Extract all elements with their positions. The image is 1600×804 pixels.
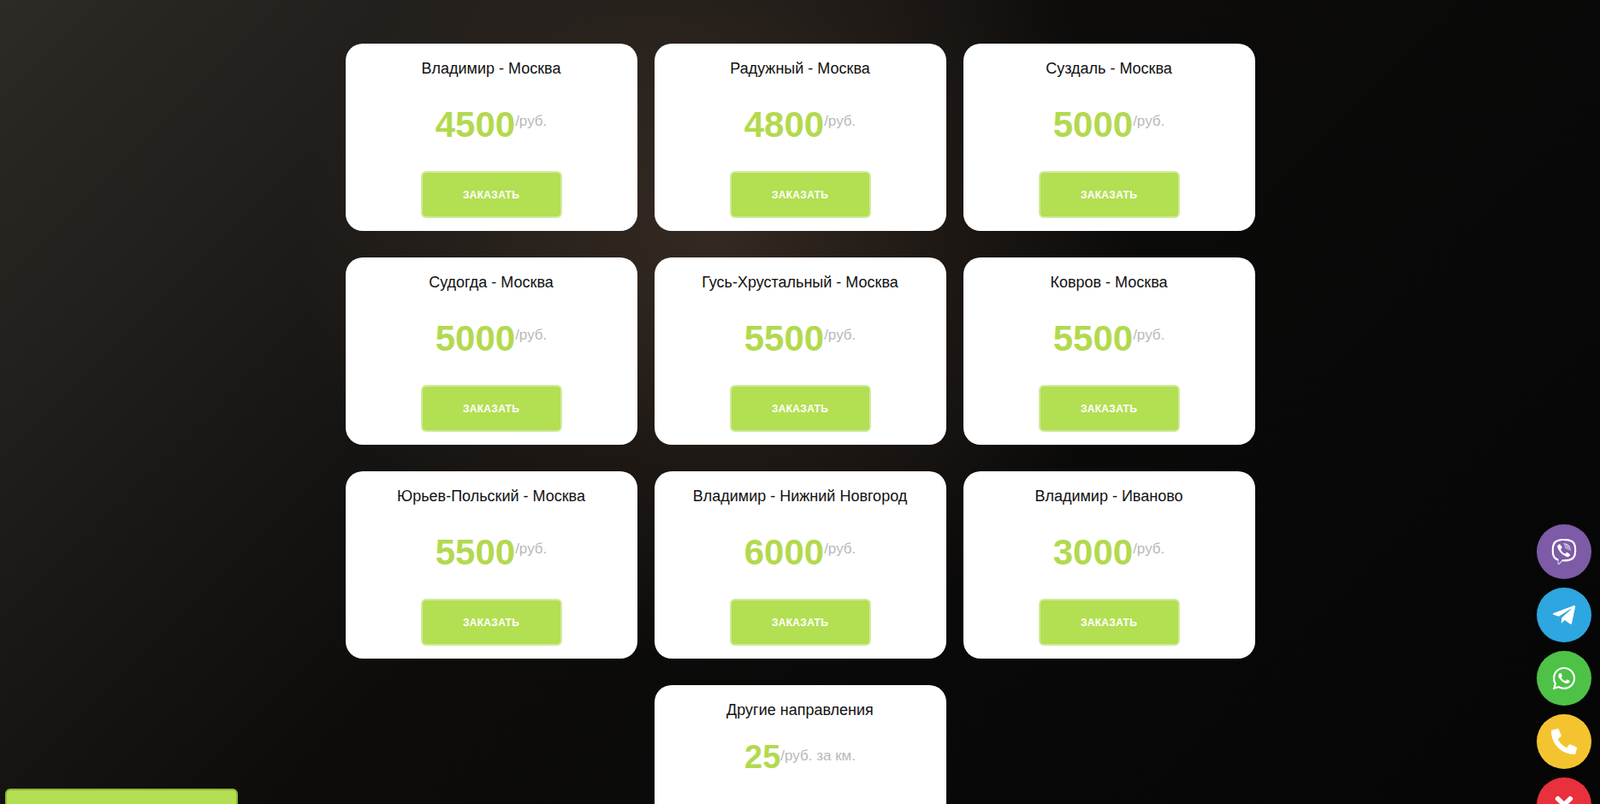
- price-value: 6000: [744, 532, 824, 574]
- route-title: Юрьев-Польский - Москва: [397, 485, 586, 507]
- price-card: Судогда - Москва 5000/руб. ЗАКАЗАТЬ: [345, 257, 638, 445]
- price-value: 25: [744, 739, 781, 776]
- order-button[interactable]: ЗАКАЗАТЬ: [1038, 171, 1180, 219]
- price-value: 3000: [1053, 532, 1133, 574]
- price-grid: Владимир - Москва4500/руб.ЗАКАЗАТЬРадужн…: [345, 43, 1256, 804]
- contact-button[interactable]: [1536, 651, 1592, 706]
- price-value: 5000: [435, 318, 516, 360]
- price: 5000/руб.: [435, 318, 548, 360]
- price-card: Другие направления 25/руб. за км.: [654, 685, 947, 804]
- price-value: 5500: [744, 318, 824, 360]
- route-title: Гусь-Хрустальный - Москва: [701, 272, 899, 293]
- contact-button[interactable]: [1536, 714, 1592, 770]
- route-title: Владимир - Нижний Новгород: [693, 485, 908, 507]
- price-card: Радужный - Москва 4800/руб. ЗАКАЗАТЬ: [654, 43, 947, 232]
- price-value: 4500: [435, 104, 516, 146]
- price-unit: /руб.: [515, 540, 547, 558]
- price-unit: /руб.: [1132, 540, 1165, 558]
- price-card: Владимир - Москва 4500/руб. ЗАКАЗАТЬ: [345, 43, 638, 232]
- contact-button[interactable]: [1536, 587, 1592, 643]
- price-unit: /руб.: [1132, 112, 1165, 131]
- page: Владимир - Москва4500/руб.ЗАКАЗАТЬРадужн…: [0, 0, 1600, 804]
- route-title: Радужный - Москва: [729, 58, 871, 79]
- price-unit: /руб.: [515, 112, 547, 131]
- contact-button[interactable]: [1536, 524, 1592, 580]
- contact-button[interactable]: [1536, 777, 1592, 804]
- order-button[interactable]: ЗАКАЗАТЬ: [1038, 385, 1180, 433]
- telegram-icon: [1551, 602, 1577, 629]
- order-button[interactable]: ЗАКАЗАТЬ: [420, 385, 563, 433]
- price: 3000/руб.: [1053, 532, 1166, 574]
- order-button[interactable]: ЗАКАЗАТЬ: [729, 385, 872, 433]
- price: 4500/руб.: [435, 104, 548, 146]
- price-value: 5500: [435, 532, 516, 574]
- route-title: Владимир - Москва: [421, 58, 562, 79]
- route-title: Ковров - Москва: [1049, 272, 1168, 293]
- price: 5500/руб.: [435, 532, 548, 574]
- price-value: 4800: [744, 104, 824, 146]
- price-card: Суздаль - Москва 5000/руб. ЗАКАЗАТЬ: [963, 43, 1256, 232]
- float-buttons: [1536, 524, 1592, 804]
- route-title: Владимир - Иваново: [1034, 485, 1183, 507]
- price-card: Ковров - Москва 5500/руб. ЗАКАЗАТЬ: [963, 257, 1256, 445]
- price-card: Владимир - Иваново 3000/руб. ЗАКАЗАТЬ: [963, 471, 1256, 659]
- close-icon: [1551, 792, 1577, 804]
- price: 4800/руб.: [744, 104, 857, 146]
- price-card: Гусь-Хрустальный - Москва 5500/руб. ЗАКАЗА…: [654, 257, 947, 445]
- price-unit: /руб.: [1132, 326, 1165, 344]
- route-title: Судогда - Москва: [428, 272, 554, 293]
- price-value: 5500: [1053, 318, 1133, 360]
- price-unit: /руб.: [823, 326, 856, 344]
- order-button[interactable]: ЗАКАЗАТЬ: [420, 171, 563, 219]
- route-title: Другие направления: [726, 699, 874, 721]
- phone-icon: [1551, 728, 1577, 755]
- price-unit: /руб.: [823, 540, 856, 558]
- price-card: Юрьев-Польский - Москва 5500/руб. ЗАКАЗАТЬ: [345, 471, 638, 659]
- viber-icon: [1551, 539, 1577, 565]
- price-unit: /руб.: [823, 112, 856, 131]
- route-title: Суздаль - Москва: [1045, 58, 1173, 79]
- order-button[interactable]: ЗАКАЗАТЬ: [729, 171, 872, 219]
- callback-bar[interactable]: [5, 788, 238, 804]
- price-card: Владимир - Нижний Новгород 6000/руб. ЗАКАЗ…: [654, 471, 947, 659]
- price-unit: /руб.: [515, 326, 547, 344]
- price: 6000/руб.: [744, 532, 857, 574]
- price-value: 5000: [1053, 104, 1133, 146]
- price: 5000/руб.: [1053, 104, 1166, 146]
- price-unit: /руб. за км.: [780, 747, 856, 765]
- order-button[interactable]: ЗАКАЗАТЬ: [1038, 598, 1180, 646]
- price: 5500/руб.: [744, 318, 857, 360]
- price: 5500/руб.: [1053, 318, 1166, 360]
- order-button[interactable]: ЗАКАЗАТЬ: [729, 598, 872, 646]
- order-button[interactable]: ЗАКАЗАТЬ: [420, 598, 563, 646]
- price: 25/руб. за км.: [744, 739, 856, 776]
- whatsapp-icon: [1551, 665, 1577, 692]
